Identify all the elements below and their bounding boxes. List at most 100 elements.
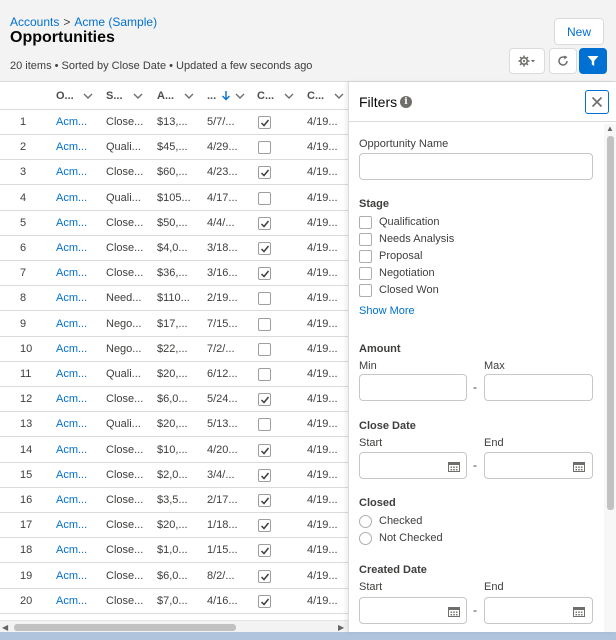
stage-checkbox[interactable]: [359, 216, 372, 229]
close-date-cell: 4/17...: [207, 191, 238, 204]
checkmark-icon: [260, 598, 270, 606]
table-row[interactable]: 11 Acm... Quali... $20,... 6/12... 4/19...: [0, 362, 348, 387]
row-number: 4: [20, 191, 27, 204]
close-filters-button[interactable]: [585, 90, 609, 114]
table-row[interactable]: 3 Acm... Close... $60,... 4/23... 4/19...: [0, 160, 348, 186]
opportunity-name-link[interactable]: Acm...: [56, 513, 87, 538]
close-date-end-input[interactable]: [484, 452, 593, 479]
opportunity-name-link[interactable]: Acm...: [56, 135, 87, 160]
horizontal-scrollbar[interactable]: ◀ ▶: [0, 620, 348, 632]
breadcrumb-accounts-link[interactable]: Accounts: [10, 15, 59, 29]
opportunity-name-link[interactable]: Acm...: [56, 110, 87, 135]
chevron-down-icon[interactable]: [235, 91, 245, 101]
table-row[interactable]: 17 Acm... Close... $20,... 1/18... 4/19...: [0, 513, 348, 539]
calendar-icon[interactable]: [573, 606, 585, 617]
opportunity-name-input[interactable]: [359, 153, 593, 180]
filters-header: Filters i: [349, 82, 616, 122]
opportunity-name-link[interactable]: Acm...: [56, 261, 87, 286]
table-row[interactable]: 18 Acm... Close... $1,0... 1/15... 4/19...: [0, 538, 348, 564]
opportunity-name-link[interactable]: Acm...: [56, 564, 87, 589]
table-row[interactable]: 1 Acm... Close... $13,... 5/7/... 4/19...: [0, 110, 348, 135]
calendar-icon[interactable]: [448, 606, 460, 617]
amount-min-input[interactable]: [359, 374, 467, 401]
column-header-amount[interactable]: A...: [157, 82, 203, 110]
opportunity-name-link[interactable]: Acm...: [56, 211, 87, 236]
table-row[interactable]: 16 Acm... Close... $3,5... 2/17... 4/19...: [0, 488, 348, 513]
filters-scrollbar-thumb[interactable]: [607, 136, 614, 510]
opportunity-name-link[interactable]: Acm...: [56, 538, 87, 563]
column-header-opportunity-name[interactable]: O...: [56, 82, 102, 110]
scroll-left-arrow-icon[interactable]: ◀: [2, 623, 8, 632]
opportunity-name-link[interactable]: Acm...: [56, 286, 87, 311]
opportunity-name-link[interactable]: Acm...: [56, 387, 87, 412]
close-date-cell: 7/15...: [207, 317, 238, 330]
scroll-right-arrow-icon[interactable]: ▶: [338, 623, 344, 632]
opportunity-name-link[interactable]: Acm...: [56, 488, 87, 513]
closed-checkbox: [258, 544, 271, 558]
table-row[interactable]: 8 Acm... Need... $110... 2/19... 4/19...: [0, 286, 348, 312]
table-row[interactable]: 15 Acm... Close... $2,0... 3/4/... 4/19...: [0, 463, 348, 488]
close-date-cell: 8/2/...: [207, 569, 235, 582]
table-row[interactable]: 10 Acm... Nego... $22,... 7/2/... 4/19...: [0, 337, 348, 362]
table-row[interactable]: 7 Acm... Close... $36,... 3/16... 4/19...: [0, 261, 348, 287]
created-date-cell: 4/19...: [307, 292, 338, 305]
table-row[interactable]: 20 Acm... Close... $7,0... 4/16... 4/19...: [0, 589, 348, 614]
filter-toggle-button[interactable]: [579, 48, 607, 74]
opportunity-name-link[interactable]: Acm...: [56, 186, 87, 211]
close-date-start-input[interactable]: [359, 452, 467, 479]
info-icon[interactable]: i: [400, 96, 412, 108]
chevron-down-icon[interactable]: [284, 91, 294, 101]
filters-scrollbar[interactable]: ▲: [604, 124, 616, 632]
stage-checkbox[interactable]: [359, 233, 372, 246]
new-button[interactable]: New: [554, 18, 604, 45]
opportunity-name-link[interactable]: Acm...: [56, 312, 87, 337]
table-row[interactable]: 2 Acm... Quali... $45,... 4/29... 4/19...: [0, 135, 348, 161]
table-row[interactable]: 4 Acm... Quali... $105... 4/17... 4/19...: [0, 186, 348, 211]
opportunity-name-link[interactable]: Acm...: [56, 160, 87, 185]
column-header-close-date[interactable]: ...: [207, 82, 253, 110]
stage-checkbox[interactable]: [359, 267, 372, 280]
chevron-down-icon[interactable]: [334, 91, 344, 101]
created-date-start-input[interactable]: [359, 597, 467, 624]
column-label: S...: [106, 90, 123, 102]
amount-cell: $10,...: [157, 443, 188, 456]
table-row[interactable]: 14 Acm... Close... $10,... 4/20... 4/19...: [0, 438, 348, 463]
calendar-icon[interactable]: [573, 461, 585, 472]
opportunity-name-link[interactable]: Acm...: [56, 412, 87, 437]
column-header-created-date[interactable]: C...: [307, 82, 348, 110]
list-settings-button[interactable]: [509, 48, 545, 74]
breadcrumb-account-link[interactable]: Acme (Sample): [74, 15, 157, 29]
close-date-cell: 3/4/...: [207, 468, 235, 481]
opportunity-name-link[interactable]: Acm...: [56, 589, 87, 614]
refresh-button[interactable]: [549, 48, 577, 74]
opportunity-name-link[interactable]: Acm...: [56, 463, 87, 488]
close-icon: [591, 96, 603, 108]
table-row[interactable]: 5 Acm... Close... $50,... 4/4/... 4/19...: [0, 211, 348, 236]
opportunity-name-link[interactable]: Acm...: [56, 337, 87, 362]
chevron-down-icon[interactable]: [184, 91, 194, 101]
opportunity-name-link[interactable]: Acm...: [56, 236, 87, 261]
opportunity-name-link[interactable]: Acm...: [56, 438, 87, 463]
closed-radio[interactable]: [359, 532, 372, 545]
opportunity-name-label: Opportunity Name: [359, 138, 449, 150]
checkmark-icon: [260, 497, 270, 505]
table-row[interactable]: 9 Acm... Nego... $17,... 7/15... 4/19...: [0, 312, 348, 337]
table-row[interactable]: 13 Acm... Quali... $20,... 5/13... 4/19...: [0, 412, 348, 438]
table-row[interactable]: 6 Acm... Close... $4,0... 3/18... 4/19...: [0, 236, 348, 261]
scroll-up-arrow-icon[interactable]: ▲: [606, 124, 614, 133]
show-more-link[interactable]: Show More: [359, 305, 415, 317]
table-row[interactable]: 12 Acm... Close... $6,0... 5/24... 4/19...: [0, 387, 348, 413]
stage-checkbox[interactable]: [359, 284, 372, 297]
chevron-down-icon[interactable]: [83, 91, 93, 101]
table-row[interactable]: 19 Acm... Close... $6,0... 8/2/... 4/19...: [0, 564, 348, 589]
opportunity-name-link[interactable]: Acm...: [56, 362, 87, 387]
column-header-closed[interactable]: C...: [257, 82, 303, 110]
calendar-icon[interactable]: [448, 461, 460, 472]
closed-radio[interactable]: [359, 515, 372, 528]
stage-checkbox[interactable]: [359, 250, 372, 263]
chevron-down-icon[interactable]: [133, 91, 143, 101]
created-date-end-input[interactable]: [484, 597, 593, 624]
column-header-stage[interactable]: S...: [106, 82, 152, 110]
scrollbar-thumb[interactable]: [14, 624, 236, 631]
amount-max-input[interactable]: [484, 374, 593, 401]
